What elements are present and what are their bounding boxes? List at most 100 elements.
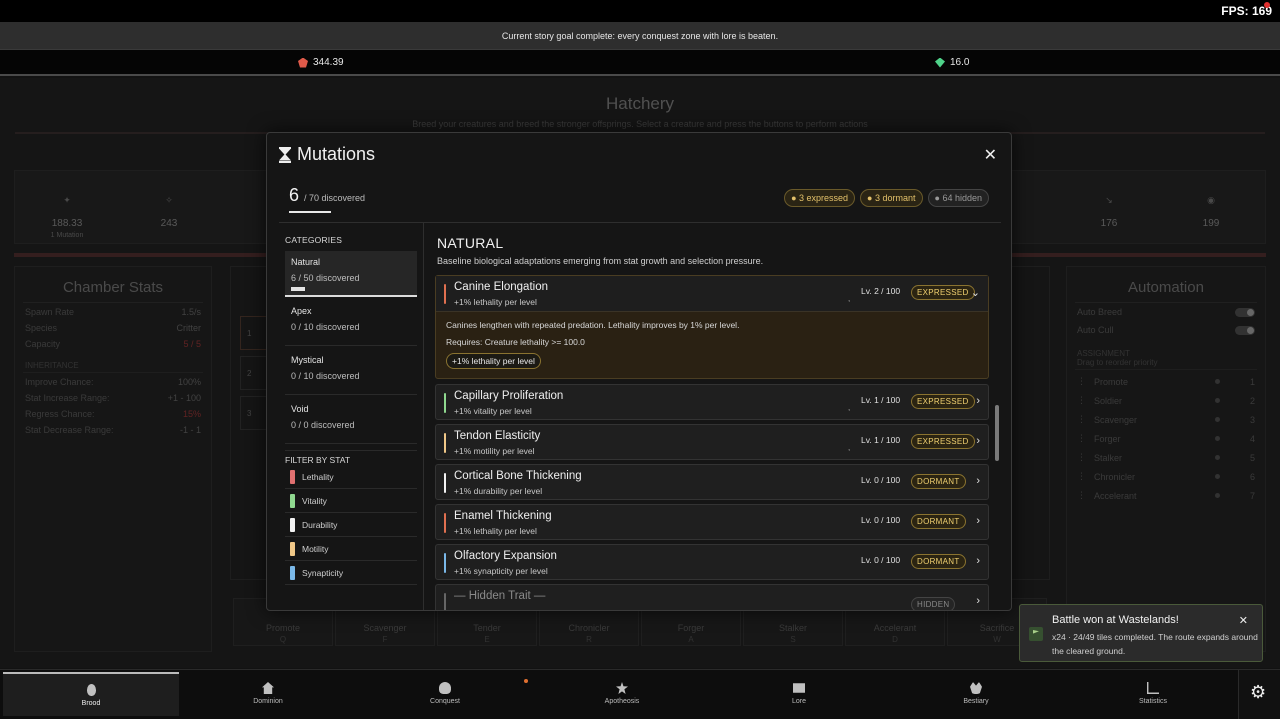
mutation-card[interactable]: Tendon Elasticity +1% motility per level… bbox=[435, 424, 989, 460]
category-mystical[interactable]: Mystical 0 / 10 discovered bbox=[285, 349, 417, 395]
chamber-row: Species Critter bbox=[25, 323, 201, 333]
top-bar: FPS: 169 bbox=[0, 0, 1280, 22]
nav-dominion[interactable]: Dominion bbox=[180, 672, 356, 716]
mutation-level: Lv. 1 / 100 bbox=[861, 435, 901, 445]
status-pills: ● 3 expressed ● 3 dormant ● 64 hidden bbox=[784, 189, 989, 207]
tick-mark: , bbox=[848, 294, 851, 303]
story-text: Current story goal complete: every conqu… bbox=[501, 30, 779, 41]
category-apex[interactable]: Apex 0 / 10 discovered bbox=[285, 300, 417, 346]
chevron-right-icon[interactable]: › bbox=[976, 395, 980, 407]
filter-lethality[interactable]: Lethality bbox=[285, 465, 417, 489]
chevron-right-icon[interactable]: › bbox=[976, 555, 980, 567]
mutation-requirement: Requires: Creature lethality >= 100.0 bbox=[446, 337, 585, 347]
auto-cull-toggle[interactable] bbox=[1235, 325, 1255, 335]
filter-synapticity[interactable]: Synapticity bbox=[285, 561, 417, 585]
mutation-effect: +1% motility per level bbox=[454, 446, 535, 456]
chevron-right-icon[interactable]: › bbox=[976, 595, 980, 607]
apotheosis-icon bbox=[616, 682, 628, 694]
chamber-row: Spawn Rate 1.5/s bbox=[25, 307, 201, 317]
role-row[interactable]: ⋮ Forger 4 bbox=[1067, 429, 1265, 448]
stat-cell: ◉ 199 bbox=[1202, 195, 1220, 229]
auto-breed-row[interactable]: Auto Breed bbox=[1067, 303, 1265, 321]
nav-statistics[interactable]: Statistics bbox=[1065, 672, 1241, 716]
role-row[interactable]: ⋮ Promote 1 bbox=[1067, 372, 1265, 391]
stat-cell: ✦ 188.33 1 Mutation bbox=[50, 195, 84, 239]
automation-title: Automation bbox=[1075, 279, 1257, 303]
status-badge: DORMANT bbox=[911, 514, 966, 529]
battle-toast: Battle won at Wastelands! x24 · 24/49 ti… bbox=[1019, 604, 1263, 662]
color-swatch bbox=[290, 541, 295, 556]
mutations-modal: Mutations ✕ 6 / 70 discovered ● 3 expres… bbox=[266, 132, 1012, 611]
toast-body: x24 · 24/49 tiles completed. The route e… bbox=[1052, 632, 1258, 656]
flesh-resource: 344.39 bbox=[298, 57, 344, 68]
toast-title: Battle won at Wastelands! bbox=[1052, 614, 1179, 626]
discovered-count: 6 bbox=[289, 185, 300, 205]
settings-gear-icon[interactable] bbox=[1238, 670, 1280, 719]
mutation-card[interactable]: Canine Elongation +1% lethality per leve… bbox=[435, 275, 989, 379]
stat-color-bar bbox=[444, 433, 446, 453]
category-natural[interactable]: Natural 6 / 50 discovered bbox=[285, 251, 417, 297]
role-row[interactable]: ⋮ Accelerant 7 bbox=[1067, 486, 1265, 505]
nav-label: Conquest bbox=[430, 698, 460, 705]
chevron-right-icon[interactable]: › bbox=[976, 435, 980, 447]
mutation-card[interactable]: Capillary Proliferation +1% vitality per… bbox=[435, 384, 989, 420]
nav-bestiary[interactable]: Bestiary bbox=[888, 672, 1064, 716]
chevron-down-icon[interactable]: ⌄ bbox=[971, 286, 980, 299]
counter-underline bbox=[289, 211, 331, 213]
story-banner: Current story goal complete: every conqu… bbox=[0, 22, 1280, 50]
chamber-row: Capacity 5 / 5 bbox=[25, 339, 201, 349]
status-badge: HIDDEN bbox=[911, 597, 956, 610]
category-void[interactable]: Void 0 / 0 discovered bbox=[285, 398, 417, 444]
mutation-card[interactable]: Olfactory Expansion +1% synapticity per … bbox=[435, 544, 989, 580]
nav-label: Lore bbox=[791, 698, 806, 705]
conquest-icon bbox=[439, 682, 451, 694]
dominion-icon bbox=[262, 682, 274, 694]
status-badge: DORMANT bbox=[911, 474, 966, 489]
stat-color-bar bbox=[444, 284, 446, 304]
role-row[interactable]: ⋮ Soldier 2 bbox=[1067, 391, 1265, 410]
mutation-name: Canine Elongation bbox=[454, 281, 548, 293]
filter-heading: FILTER BY STAT bbox=[285, 450, 417, 465]
auto-cull-row[interactable]: Auto Cull bbox=[1067, 321, 1265, 339]
mutation-name: Capillary Proliferation bbox=[454, 390, 564, 402]
auto-breed-toggle[interactable] bbox=[1235, 307, 1255, 317]
tick-mark: , bbox=[848, 443, 851, 452]
chevron-right-icon[interactable]: › bbox=[976, 515, 980, 527]
filter-vitality[interactable]: Vitality bbox=[285, 489, 417, 513]
brood-icon bbox=[86, 684, 96, 696]
hidden-pill[interactable]: ● 64 hidden bbox=[927, 189, 989, 207]
dormant-pill[interactable]: ● 3 dormant bbox=[860, 189, 923, 207]
mutation-card[interactable]: Enamel Thickening +1% lethality per leve… bbox=[435, 504, 989, 540]
nav-lore[interactable]: Lore bbox=[711, 672, 887, 716]
mutation-list: NATURAL Baseline biological adaptations … bbox=[435, 223, 1001, 610]
role-row[interactable]: ⋮ Stalker 5 bbox=[1067, 448, 1265, 467]
stat-color-bar bbox=[444, 593, 446, 610]
status-badge: EXPRESSED bbox=[911, 285, 975, 300]
expressed-pill[interactable]: ● 3 expressed bbox=[784, 189, 856, 207]
nav-brood[interactable]: Brood bbox=[3, 672, 179, 716]
mutation-description: Canines lengthen with repeated predation… bbox=[446, 320, 740, 330]
inheritance-row: Improve Chance: 100% bbox=[25, 377, 201, 387]
filter-motility[interactable]: Motility bbox=[285, 537, 417, 561]
stat-cell: ✧ 243 bbox=[160, 195, 178, 229]
hatchery-subtitle: Breed your creatures and breed the stron… bbox=[412, 119, 868, 129]
stat-color-bar bbox=[444, 513, 446, 533]
toast-close-button[interactable]: ✕ bbox=[1239, 614, 1248, 627]
mutation-card[interactable]: — Hidden Trait — HIDDEN › bbox=[435, 584, 989, 610]
scrollbar[interactable] bbox=[995, 405, 999, 461]
stat-color-bar bbox=[444, 473, 446, 493]
divider bbox=[423, 223, 424, 610]
mutation-name: Tendon Elasticity bbox=[454, 430, 541, 442]
chevron-right-icon[interactable]: › bbox=[976, 475, 980, 487]
role-row[interactable]: ⋮ Scavenger 3 bbox=[1067, 410, 1265, 429]
mutation-card[interactable]: Cortical Bone Thickening +1% durability … bbox=[435, 464, 989, 500]
effect-chip: +1% lethality per level bbox=[446, 353, 541, 369]
nav-apotheosis[interactable]: Apotheosis bbox=[534, 672, 710, 716]
filter-durability[interactable]: Durability bbox=[285, 513, 417, 537]
close-button[interactable]: ✕ bbox=[984, 145, 997, 165]
nav-label: Dominion bbox=[253, 698, 283, 705]
role-row[interactable]: ⋮ Chronicler 6 bbox=[1067, 467, 1265, 486]
nav-label: Statistics bbox=[1138, 698, 1167, 705]
gem-icon bbox=[935, 57, 945, 68]
nav-conquest[interactable]: Conquest bbox=[357, 672, 533, 716]
